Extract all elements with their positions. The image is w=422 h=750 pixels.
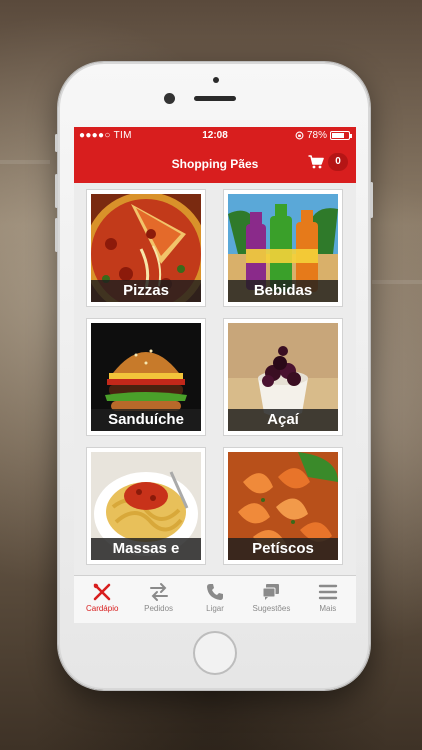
phone-frame: ●●●●○ TIM 12:08 78% Shopping Pães 0 Pizz…: [55, 62, 373, 690]
status-bar: ●●●●○ TIM 12:08 78%: [74, 127, 356, 145]
tab-bar: Cardápio Pedidos Ligar Sugestões Mais: [74, 575, 356, 623]
category-tile-acai[interactable]: Açaí: [223, 318, 343, 436]
app-header: Shopping Pães 0: [74, 145, 356, 183]
tab-label: Pedidos: [144, 604, 174, 613]
tab-sugestoes[interactable]: Sugestões: [243, 576, 299, 623]
category-grid: Pizzas Bebidas Sanduíche Açaí Massas e P…: [74, 183, 356, 575]
tab-label: Mais: [319, 604, 337, 613]
app-screen: ●●●●○ TIM 12:08 78% Shopping Pães 0 Pizz…: [74, 127, 356, 623]
category-tile-petiscos[interactable]: Petíscos: [223, 447, 343, 565]
home-button[interactable]: [193, 631, 237, 675]
menu-icon: [318, 584, 338, 600]
volume-down-button: [55, 218, 58, 252]
category-label: Bebidas: [228, 280, 338, 302]
phone-icon: [207, 584, 224, 600]
swap-arrows-icon: [149, 583, 168, 601]
battery-percent: 78%: [306, 130, 327, 141]
category-label: Pizzas: [91, 280, 201, 302]
rotation-lock-icon: [295, 131, 304, 140]
cart-icon: [308, 155, 324, 169]
cart-count-badge: 0: [328, 153, 348, 171]
chat-bubbles-icon: [262, 584, 280, 600]
cart-button[interactable]: 0: [308, 153, 348, 171]
category-label: Sanduíche: [91, 409, 201, 431]
front-camera: [164, 93, 175, 104]
proximity-sensor: [213, 77, 219, 83]
status-right: 78%: [295, 130, 352, 141]
category-tile-bebidas[interactable]: Bebidas: [223, 189, 343, 307]
tab-cardapio[interactable]: Cardápio: [74, 576, 130, 623]
tab-mais[interactable]: Mais: [300, 576, 356, 623]
category-tile-massas[interactable]: Massas e: [86, 447, 206, 565]
mute-switch: [55, 134, 58, 152]
tab-label: Ligar: [206, 604, 224, 613]
battery-icon: [330, 131, 352, 140]
tab-pedidos[interactable]: Pedidos: [130, 576, 186, 623]
category-tile-sanduiche[interactable]: Sanduíche: [86, 318, 206, 436]
tab-label: Cardápio: [85, 604, 119, 613]
category-label: Açaí: [228, 409, 338, 431]
power-button: [370, 182, 373, 218]
volume-up-button: [55, 174, 58, 208]
category-label: Massas e: [91, 538, 201, 560]
fork-knife-icon: [93, 583, 111, 601]
background-detail: [372, 280, 422, 284]
background-detail: [0, 160, 50, 164]
tab-ligar[interactable]: Ligar: [187, 576, 243, 623]
category-label: Petíscos: [228, 538, 338, 560]
tab-label: Sugestões: [252, 604, 291, 613]
category-tile-pizzas[interactable]: Pizzas: [86, 189, 206, 307]
earpiece-speaker: [194, 96, 236, 101]
